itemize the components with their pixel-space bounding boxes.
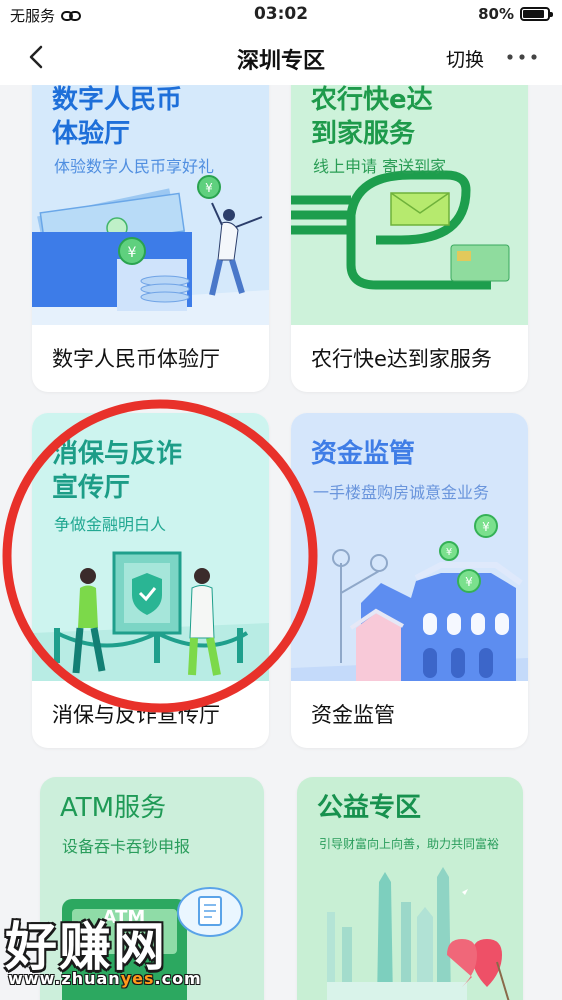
watermark-url-highlight: yes	[120, 969, 155, 988]
watermark-url-suffix: .com	[154, 969, 202, 988]
atm-hero-title: ATM服务	[60, 793, 167, 823]
digital-rmb-subtitle: 体验数字人民币享好礼	[54, 157, 215, 176]
card-label: 数字人民币体验厅	[52, 347, 220, 371]
abc-express-hero-title: 农行快e达 到家服务	[311, 85, 433, 151]
digital-rmb-hero: ¥ ¥ 数字人民币 体验厅 体验数字人民币享好礼	[32, 85, 269, 325]
battery-percent: 80%	[478, 5, 514, 23]
abc-express-subtitle: 线上申请 寄送到家	[313, 157, 447, 176]
public-welfare-hero-title: 公益专区	[317, 793, 422, 823]
card-digital-rmb[interactable]: ¥ ¥ 数字人民币 体验厅 体验数字人民币享好礼 数字人民币体验厅	[32, 85, 269, 392]
consumer-protection-hero: 消保与反诈 宣传厅 争做金融明白人	[32, 413, 269, 681]
nav-bar: 深圳专区 切换	[0, 30, 562, 85]
card-label: 消保与反诈宣传厅	[52, 703, 220, 727]
more-icon[interactable]	[504, 42, 540, 72]
status-bar: 无服务 03:02 80%	[0, 0, 562, 30]
atm-subtitle: 设备吞卡吞钞申报	[62, 837, 191, 856]
watermark-url: www.zhuanyes.com	[8, 969, 202, 988]
svg-text:¥: ¥	[128, 245, 137, 261]
consumer-protection-title-line2: 宣传厅	[52, 473, 131, 503]
fund-supervision-subtitle: 一手楼盘购房诚意金业务	[313, 483, 490, 502]
fund-supervision-hero-title: 资金监管	[311, 437, 415, 471]
svg-text:¥: ¥	[482, 520, 490, 534]
abc-express-hero: 农行快e达 到家服务 线上申请 寄送到家	[291, 85, 528, 325]
digital-rmb-hero-title: 数字人民币 体验厅	[52, 85, 182, 151]
abc-express-title-line2: 到家服务	[311, 119, 416, 149]
watermark-url-prefix: www.zhuan	[8, 969, 121, 988]
card-label: 资金监管	[311, 703, 395, 727]
switch-button[interactable]: 切换	[446, 45, 484, 72]
consumer-protection-title-line1: 消保与反诈	[52, 439, 183, 469]
public-welfare-subtitle: 引导财富向上向善，助力共同富裕	[319, 837, 500, 851]
battery-icon	[520, 7, 553, 21]
card-consumer-protection[interactable]: 消保与反诈 宣传厅 争做金融明白人 消保与反诈宣传厅	[32, 413, 269, 748]
abc-express-title-line1: 农行快e达	[311, 85, 433, 115]
card-label: 农行快e达到家服务	[311, 347, 492, 371]
card-fund-supervision[interactable]: ¥ ¥ ¥ 资金监管 一手楼盘购房诚意金业务 资金监管	[291, 413, 528, 748]
consumer-protection-hero-title: 消保与反诈 宣传厅	[52, 437, 182, 505]
svg-text:¥: ¥	[205, 181, 213, 195]
consumer-protection-subtitle: 争做金融明白人	[54, 515, 167, 534]
digital-rmb-title-line2: 体验厅	[52, 119, 131, 149]
svg-text:¥: ¥	[446, 547, 452, 558]
svg-text:¥: ¥	[465, 575, 473, 589]
fund-supervision-hero: ¥ ¥ ¥ 资金监管 一手楼盘购房诚意金业务	[291, 413, 528, 681]
service-grid: ¥ ¥ 数字人民币 体验厅 体验数字人民币享好礼 数字人民币体验厅 农行快e达 …	[0, 85, 562, 1000]
fund-supervision-title-line1: 资金监管	[311, 439, 416, 469]
watermark: 好赚网 www.zhuanyes.com	[0, 905, 202, 1000]
status-right: 80%	[478, 5, 553, 23]
digital-rmb-title-line1: 数字人民币	[52, 85, 183, 115]
card-abc-express[interactable]: 农行快e达 到家服务 线上申请 寄送到家 农行快e达到家服务	[291, 85, 528, 392]
card-public-welfare[interactable]: 公益专区 引导财富向上向善，助力共同富裕	[297, 777, 523, 1000]
